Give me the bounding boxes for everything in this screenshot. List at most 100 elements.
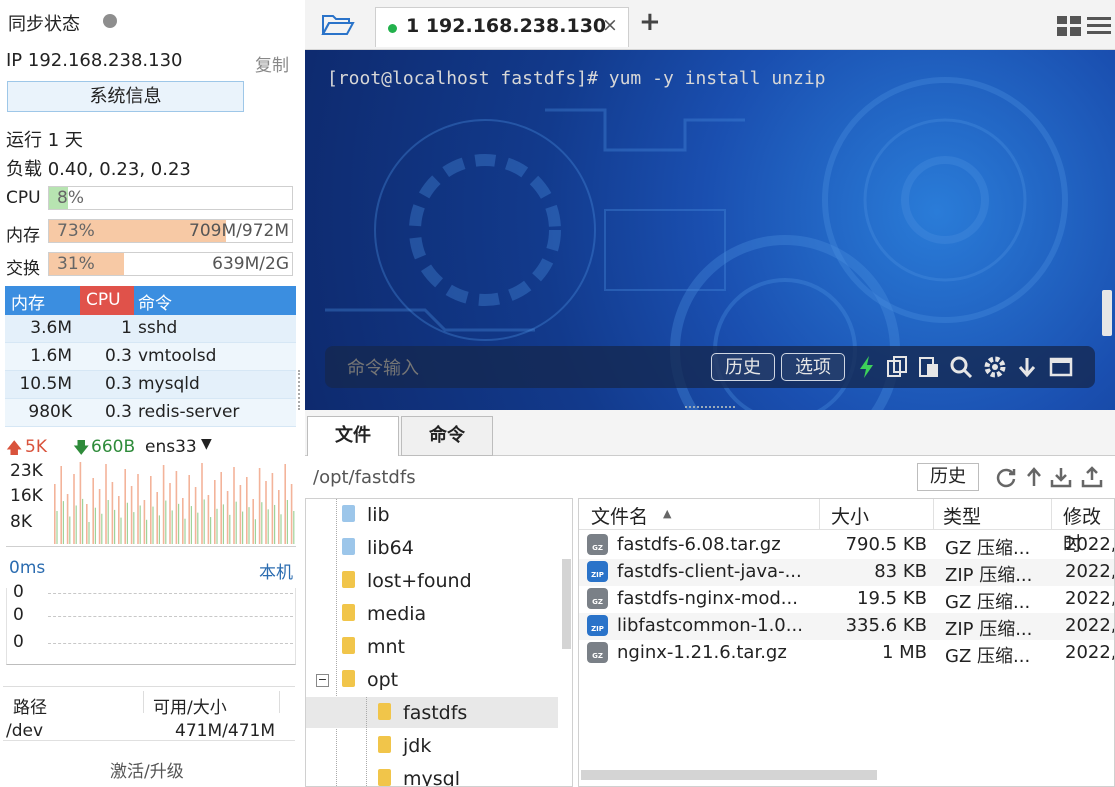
tab-commands[interactable]: 命令 [401,416,493,456]
arrow-down-icon[interactable] [1015,355,1039,379]
tree-item-fastdfs[interactable]: fastdfs [378,697,467,730]
layout-grid-icon[interactable] [1057,16,1081,36]
paste-icon[interactable] [917,355,941,379]
tree-item-jdk[interactable]: jdk [378,730,431,763]
open-folder-icon[interactable] [321,12,355,38]
chevron-down-icon[interactable]: ▼ [201,436,212,452]
lightning-icon[interactable] [855,355,879,379]
table-row[interactable]: ZIP fastdfs-client-java-... 83 KB ZIP 压缩… [579,559,1114,586]
terminal-view[interactable]: [root@localhost fastdfs]# yum -y install… [305,50,1115,410]
cpu-label: CPU [6,188,41,208]
file-type: ZIP 压缩... [945,619,1033,640]
process-table-body: 3.6M 1 sshd 1.6M 0.3 vmtoolsd 10.5M 0.3 … [5,315,296,427]
table-row[interactable]: GZ fastdfs-nginx-mod... 19.5 KB GZ 压缩...… [579,586,1114,613]
tree-item-mnt[interactable]: mnt [342,631,405,664]
traffic-bar [114,509,116,544]
command-input[interactable] [335,352,719,384]
directory-tree: lib lib64 lost+found media mnt − opt fas… [305,498,573,787]
file-name: libfastcommon-1.0... [617,615,803,636]
tree-item-media[interactable]: media [342,598,426,631]
panel-resize-handle[interactable] [298,370,303,410]
process-cmd: redis-server [138,402,240,422]
process-cpu: 0.3 [104,374,132,394]
network-interface-select[interactable]: ens33 [145,437,197,457]
latency-host-label[interactable]: 本机 [259,558,293,583]
terminal-scrollbar-thumb[interactable] [1102,290,1112,336]
traffic-bar [146,519,148,544]
traffic-bar [79,462,82,544]
refresh-icon[interactable] [995,466,1017,488]
folder-open-icon [342,670,355,687]
tree-item-lost-found[interactable]: lost+found [342,565,472,598]
tree-item-lib[interactable]: lib [342,499,390,532]
download-arrow-icon: 🡇 [73,438,90,457]
traffic-bar [246,477,248,544]
search-icon[interactable] [949,355,973,379]
tree-item-lib64[interactable]: lib64 [342,532,414,565]
tab-files[interactable]: 文件 [307,416,399,456]
copy-ip-link[interactable]: 复制 [255,51,289,76]
col-header-size[interactable]: 大小 [831,502,869,529]
tree-scrollbar-thumb[interactable] [562,559,571,649]
splitter-handle[interactable] [685,406,735,408]
folder-icon [342,604,355,621]
file-type: GZ 压缩... [945,592,1031,613]
col-header-filename[interactable]: 文件名 [591,502,648,529]
traffic-bar [290,484,293,544]
file-modified: 2022, [1065,561,1115,582]
traffic-bar [150,476,152,544]
upload-icon[interactable] [1081,466,1103,488]
divider [3,740,295,741]
traffic-bar [111,482,114,544]
file-modified: 2022, [1065,588,1115,609]
divider [6,546,296,547]
traffic-bar [73,474,75,544]
path-history-button[interactable]: 历史 [917,463,979,491]
uptime-text: 运行 1 天 [6,130,83,151]
col-header-memory[interactable]: 内存 [11,289,45,314]
disk-col-path[interactable]: 路径 [13,693,47,718]
disk-col-size[interactable]: 可用/大小 [153,693,227,718]
table-row[interactable]: 10.5M 0.3 mysqld [5,371,296,399]
col-header-command[interactable]: 命令 [138,289,172,314]
download-icon[interactable] [1050,466,1072,488]
path-input[interactable] [307,462,915,492]
tab-session-1[interactable]: 1 192.168.238.130 × [375,7,629,47]
traffic-bar [226,491,229,544]
folder-icon [378,736,391,753]
activate-upgrade-link[interactable]: 激活/升级 [110,757,184,782]
latency-graph-frame [6,588,296,665]
system-info-button[interactable]: 系统信息 [7,81,244,112]
gear-icon[interactable] [983,355,1007,379]
add-tab-button[interactable]: + [639,7,661,37]
traffic-bar [156,492,158,544]
menu-icon[interactable] [1087,17,1111,35]
table-row[interactable]: 3.6M 1 sshd [5,315,296,343]
col-header-type[interactable]: 类型 [943,502,981,529]
table-row[interactable]: 1.6M 0.3 vmtoolsd [5,343,296,371]
table-row[interactable]: GZ fastdfs-6.08.tar.gz 790.5 KB GZ 压缩...… [579,532,1114,559]
tree-item-mysql[interactable]: mysql [378,763,460,786]
traffic-bar [235,501,237,544]
history-button[interactable]: 历史 [711,353,775,381]
memory-percent: 73% [57,221,95,241]
zip-archive-icon: ZIP [587,561,608,582]
table-row[interactable]: GZ nginx-1.21.6.tar.gz 1 MB GZ 压缩... 202… [579,640,1114,667]
memory-value: 709M/972M [189,221,289,241]
parent-directory-icon[interactable] [1025,466,1043,488]
tree-item-opt[interactable]: opt [342,664,398,697]
traffic-bar [165,500,167,544]
collapse-toggle-icon[interactable]: − [316,674,329,687]
col-header-cpu[interactable]: CPU [80,286,134,315]
traffic-bar [169,483,171,544]
table-row[interactable]: ZIP libfastcommon-1.0... 335.6 KB ZIP 压缩… [579,613,1114,640]
gz-archive-icon: GZ [587,642,608,663]
options-button[interactable]: 选项 [781,353,845,381]
copy-icon[interactable] [885,355,909,379]
maximize-icon[interactable] [1049,355,1073,379]
folder-icon [378,769,391,786]
traffic-bar [133,512,135,544]
close-icon[interactable]: × [602,14,618,36]
table-row[interactable]: 980K 0.3 redis-server [5,399,296,427]
file-list-hscrollbar-thumb[interactable] [581,770,877,780]
